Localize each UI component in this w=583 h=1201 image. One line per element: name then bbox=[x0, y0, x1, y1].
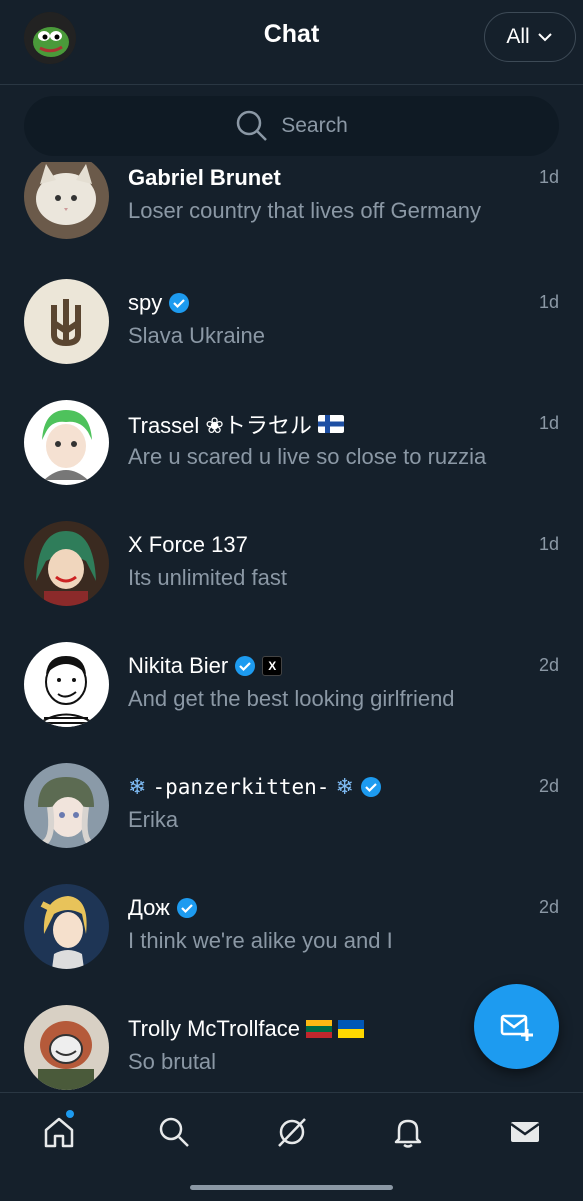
chat-name-row: Gabriel Brunet bbox=[128, 163, 281, 193]
mail-icon bbox=[510, 1122, 540, 1142]
avatar bbox=[24, 642, 109, 727]
new-message-button[interactable] bbox=[474, 984, 559, 1069]
verified-badge-icon bbox=[176, 898, 197, 918]
new-message-icon bbox=[500, 1014, 533, 1041]
chat-preview: Slava Ukraine bbox=[128, 323, 265, 348]
snowflake-icon: ❄ bbox=[128, 774, 147, 799]
ukraine-flag-icon bbox=[337, 1020, 364, 1038]
snowflake-icon: ❄ bbox=[335, 774, 354, 799]
verified-badge-icon bbox=[235, 656, 256, 676]
chat-name-row: Trolly McTrollface bbox=[128, 1014, 364, 1044]
chat-time: 2d bbox=[538, 655, 559, 675]
chat-preview: So brutal bbox=[128, 1049, 217, 1074]
chat-name-row: spy bbox=[128, 288, 190, 318]
avatar bbox=[24, 884, 109, 969]
chat-item-panzerkitten[interactable]: ❄ -panzerkitten- ❄ Erika 2d bbox=[0, 763, 583, 884]
nav-home[interactable] bbox=[34, 1107, 84, 1157]
avatar bbox=[24, 162, 109, 239]
nav-grok[interactable] bbox=[267, 1107, 317, 1157]
x-affiliate-badge: X bbox=[262, 656, 283, 676]
verified-badge-icon bbox=[360, 777, 381, 797]
chat-item-trassel[interactable]: Trassel ❀トラセル Are u scared u live so clo… bbox=[0, 400, 583, 521]
chat-item-gabriel-brunet[interactable]: Gabriel Brunet Loser country that lives … bbox=[0, 162, 583, 275]
chat-name: Trolly McTrollface bbox=[128, 1016, 300, 1041]
chat-preview: And get the best looking girlfriend bbox=[128, 686, 455, 711]
chat-name: X Force 137 bbox=[128, 532, 248, 557]
chat-time: 1d bbox=[538, 534, 559, 554]
chat-preview: Loser country that lives off Germany bbox=[128, 198, 481, 223]
chat-item-x-force-137[interactable]: X Force 137 Its unlimited fast 1d bbox=[0, 521, 583, 642]
nav-explore[interactable] bbox=[149, 1107, 199, 1157]
grok-icon bbox=[278, 1118, 306, 1147]
search-input[interactable]: Search bbox=[24, 96, 559, 156]
chat-preview: Erika bbox=[128, 807, 179, 832]
chat-item-spy[interactable]: spy Slava Ukraine 1d bbox=[0, 279, 583, 400]
chat-time: 1d bbox=[538, 167, 559, 187]
avatar bbox=[24, 400, 109, 485]
top-bar: Chat All bbox=[0, 0, 583, 85]
chat-time: 1d bbox=[538, 292, 559, 312]
chat-name-row: Trassel ❀トラセル bbox=[128, 409, 344, 439]
chat-time: 2d bbox=[538, 897, 559, 917]
avatar bbox=[24, 1005, 109, 1090]
finland-flag-icon bbox=[317, 415, 344, 433]
chat-preview: Its unlimited fast bbox=[128, 565, 287, 590]
chat-name-row: ❄ -panzerkitten- ❄ bbox=[128, 772, 382, 802]
chat-time: 2d bbox=[538, 776, 559, 796]
chat-name-row: Дож bbox=[128, 893, 198, 923]
filter-dropdown[interactable]: All bbox=[484, 12, 576, 62]
chat-item-dozh[interactable]: Дож I think we're alike you and I 2d bbox=[0, 884, 583, 1005]
chat-name: Gabriel Brunet bbox=[128, 165, 281, 190]
chat-name: spy bbox=[128, 290, 163, 315]
chat-name: Trassel ❀トラセル bbox=[128, 413, 312, 438]
search-placeholder: Search bbox=[281, 114, 348, 137]
nav-messages[interactable] bbox=[500, 1107, 550, 1157]
chat-preview: Are u scared u live so close to ruzzia bbox=[128, 444, 487, 469]
bell-icon bbox=[394, 1119, 422, 1148]
lithuania-flag-icon bbox=[305, 1020, 332, 1038]
chat-name-row: X Force 137 bbox=[128, 530, 248, 560]
chat-name: -panzerkitten- bbox=[152, 775, 330, 799]
chat-name: Дож bbox=[128, 895, 170, 920]
home-icon bbox=[44, 1117, 74, 1148]
avatar bbox=[24, 763, 109, 848]
avatar bbox=[24, 279, 109, 364]
notification-dot bbox=[66, 1110, 74, 1118]
chat-preview: I think we're alike you and I bbox=[128, 928, 393, 953]
verified-badge-icon bbox=[169, 293, 190, 313]
chat-time: 1d bbox=[538, 413, 559, 433]
chevron-down-icon bbox=[537, 33, 552, 42]
chat-name-row: Nikita Bier X bbox=[128, 651, 283, 681]
filter-label: All bbox=[506, 25, 530, 48]
search-icon bbox=[159, 1117, 189, 1147]
search-icon bbox=[236, 110, 268, 141]
chat-item-nikita-bier[interactable]: Nikita Bier X And get the best looking g… bbox=[0, 642, 583, 763]
home-indicator bbox=[190, 1185, 393, 1190]
avatar bbox=[24, 521, 109, 606]
nav-notifications[interactable] bbox=[383, 1107, 433, 1157]
chat-list: Gabriel Brunet Loser country that lives … bbox=[0, 162, 583, 1092]
chat-name: Nikita Bier bbox=[128, 653, 229, 678]
